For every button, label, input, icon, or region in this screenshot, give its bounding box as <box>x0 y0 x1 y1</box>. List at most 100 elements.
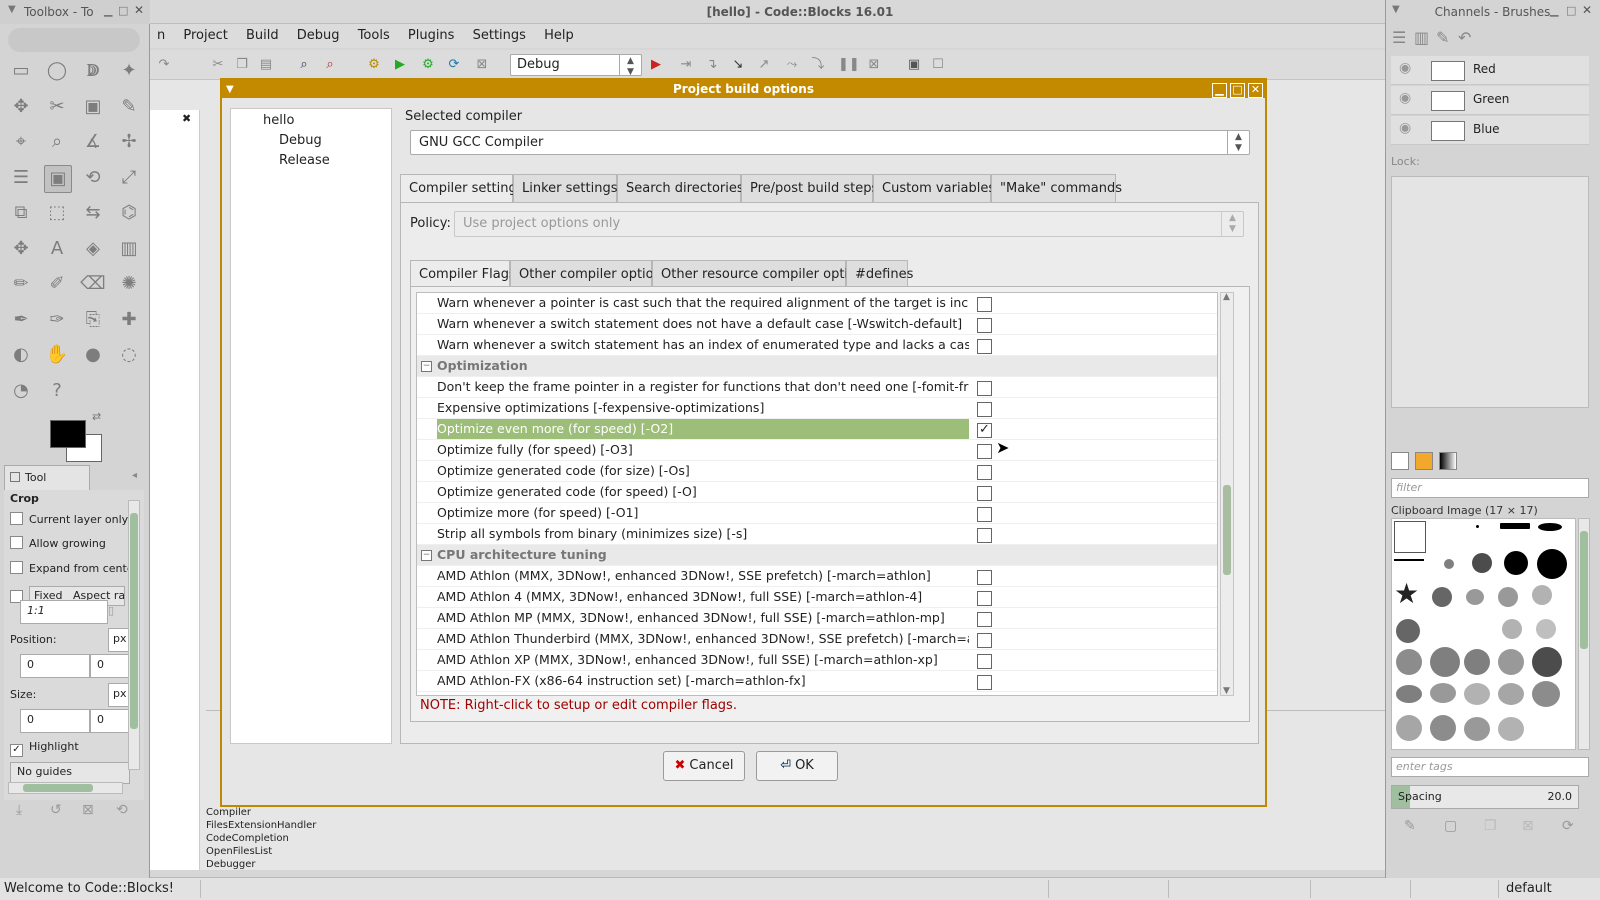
flag-checkbox[interactable] <box>977 402 992 417</box>
menu-item-project[interactable]: Project <box>176 24 234 48</box>
flag-category-row[interactable]: − CPU architecture tuning <box>417 545 1217 566</box>
crop-tool-icon[interactable]: ▣ <box>44 164 72 193</box>
tool-options-scrollbar[interactable] <box>128 500 140 770</box>
brush-grid[interactable]: ★ <box>1391 518 1576 750</box>
brush[interactable] <box>1472 553 1492 573</box>
flag-checkbox[interactable] <box>977 339 992 354</box>
flag-checkbox[interactable] <box>977 654 992 669</box>
flag-row[interactable]: Optimize fully (for speed) [-O3] <box>417 440 1217 461</box>
airbrush-tool-icon[interactable]: ✺ <box>116 271 142 297</box>
scrollbar-thumb[interactable] <box>23 784 93 792</box>
guides-select[interactable]: No guides <box>10 762 130 784</box>
next-line-icon[interactable]: ↴ <box>704 57 720 73</box>
flag-checkbox[interactable] <box>977 675 992 690</box>
flag-checkbox[interactable] <box>977 633 992 648</box>
checkbox[interactable] <box>10 561 23 574</box>
reset-options-icon[interactable]: ⟲ <box>116 802 128 818</box>
rebuild-icon[interactable]: ⟳ <box>446 57 462 73</box>
scale-tool-icon[interactable]: ⤢ <box>116 165 142 191</box>
brush[interactable] <box>1537 549 1567 579</box>
brush-tab-icon[interactable] <box>1391 452 1409 470</box>
blend-tool-icon[interactable]: ▥ <box>116 236 142 262</box>
tab-other-compiler-options[interactable]: Other compiler options <box>510 260 669 288</box>
foreground-swatch[interactable] <box>50 420 86 448</box>
info-icon[interactable]: ☐ <box>930 57 946 73</box>
run-to-cursor-icon[interactable]: ⇥ <box>678 57 694 73</box>
maximize-icon[interactable]: □ <box>1230 83 1245 98</box>
brush[interactable] <box>1464 717 1490 741</box>
tree-node-debug[interactable]: Debug <box>279 133 322 148</box>
brush-tags-input[interactable]: enter tags <box>1391 757 1589 777</box>
eye-icon[interactable]: ◉ <box>1399 90 1411 106</box>
brush-filter-input[interactable]: filter <box>1391 478 1589 498</box>
flag-checkbox[interactable] <box>977 507 992 522</box>
tab-make-commands[interactable]: "Make" commands <box>991 174 1122 202</box>
close-icon[interactable]: ✕ <box>1582 3 1592 17</box>
collapse-icon[interactable]: − <box>421 361 432 372</box>
close-icon[interactable]: ✕ <box>1248 83 1263 98</box>
brush[interactable] <box>1532 681 1560 707</box>
unified-transform-tool-icon[interactable]: ✥ <box>8 236 34 262</box>
blur-tool-icon[interactable]: ● <box>80 342 106 368</box>
minimize-icon[interactable]: ▁ <box>1212 83 1227 98</box>
undo-history-tab-icon[interactable]: ↶ <box>1458 28 1471 47</box>
flag-row[interactable]: AMD Athlon64 (x86-64 instruction set) [-… <box>417 692 1217 695</box>
horizontal-scrollbar[interactable] <box>8 782 123 794</box>
scroll-down-icon[interactable]: ▼ <box>1223 686 1230 696</box>
debug-windows-icon[interactable]: ▣ <box>906 57 922 73</box>
refresh-brushes-icon[interactable]: ⟳ <box>1562 818 1574 834</box>
brush[interactable] <box>1444 559 1454 569</box>
tab-compiler-settings[interactable]: Compiler settings <box>400 174 524 204</box>
brush[interactable] <box>1396 649 1422 675</box>
pattern-tab-icon[interactable] <box>1415 452 1433 470</box>
scrollbar-thumb[interactable] <box>1223 485 1231 575</box>
checkbox[interactable] <box>10 512 23 525</box>
cage-tool-icon[interactable]: ⌬ <box>116 200 142 226</box>
ink-tool-icon[interactable]: ✒ <box>8 307 34 333</box>
brush-clipboard[interactable] <box>1394 521 1426 553</box>
copy-icon[interactable]: ❐ <box>234 57 250 73</box>
tab-tool-options[interactable]: Tool Options <box>4 465 90 508</box>
next-instruction-icon[interactable]: ⤳ <box>784 57 800 73</box>
channels-tab-icon[interactable]: ▥ <box>1414 28 1429 47</box>
smudge-tool-icon[interactable]: ✋ <box>44 342 70 368</box>
star-brush-icon[interactable]: ★ <box>1394 577 1419 610</box>
checkbox-checked[interactable]: ✓ <box>10 744 23 757</box>
brush[interactable] <box>1498 683 1524 705</box>
cut-icon[interactable]: ✂ <box>210 57 226 73</box>
flag-row[interactable]: Optimize even more (for speed) [-O2] ✓ <box>417 419 1217 440</box>
rotate-tool-icon[interactable]: ⟲ <box>80 165 106 191</box>
convolve-tool-icon[interactable]: ◌ <box>116 342 142 368</box>
warp-tool-icon[interactable]: ◔ <box>8 378 34 404</box>
menu-item-build[interactable]: Build <box>239 24 286 48</box>
step-instruction-icon[interactable]: ⤵ <box>810 57 826 73</box>
pencil-tool-icon[interactable]: ✏ <box>8 271 34 297</box>
brush[interactable] <box>1502 619 1522 639</box>
flag-row[interactable]: AMD Athlon-FX (x86-64 instruction set) [… <box>417 671 1217 692</box>
brush[interactable] <box>1536 619 1556 639</box>
brush[interactable] <box>1464 649 1490 675</box>
flag-row[interactable]: AMD Athlon MP (MMX, 3DNow!, enhanced 3DN… <box>417 608 1217 629</box>
tab-defines[interactable]: #defines <box>846 260 913 288</box>
flag-row[interactable]: AMD Athlon 4 (MMX, 3DNow!, enhanced 3DNo… <box>417 587 1217 608</box>
tab-pre-post-build-steps[interactable]: Pre/post build steps <box>741 174 878 202</box>
new-brush-icon[interactable]: ▢ <box>1444 818 1457 834</box>
minimize-icon[interactable]: ▁ <box>104 4 112 17</box>
flag-checkbox[interactable] <box>977 381 992 396</box>
restore-options-icon[interactable]: ↺ <box>50 802 62 818</box>
flag-row[interactable]: AMD Athlon XP (MMX, 3DNow!, enhanced 3DN… <box>417 650 1217 671</box>
tab-linker-settings[interactable]: Linker settings <box>513 174 617 202</box>
channel-row-blue[interactable]: ◉ Blue <box>1391 116 1589 145</box>
cancel-button[interactable]: ✖ Cancel <box>663 751 745 781</box>
flag-row[interactable]: Expensive optimizations [-fexpensive-opt… <box>417 398 1217 419</box>
flag-checkbox[interactable] <box>977 570 992 585</box>
text-tool-icon[interactable]: A <box>44 236 70 262</box>
delete-options-icon[interactable]: ⊠ <box>82 802 94 818</box>
align-tool-icon[interactable]: ☰ <box>8 165 34 191</box>
lasso-tool-icon[interactable]: ↇ <box>80 58 106 84</box>
channel-row-green[interactable]: ◉ Green <box>1391 86 1589 115</box>
brush[interactable] <box>1498 587 1518 607</box>
flag-checkbox[interactable] <box>977 297 992 312</box>
ok-button[interactable]: ⏎ OK <box>756 751 838 781</box>
flag-row[interactable]: Optimize generated code (for speed) [-O] <box>417 482 1217 503</box>
